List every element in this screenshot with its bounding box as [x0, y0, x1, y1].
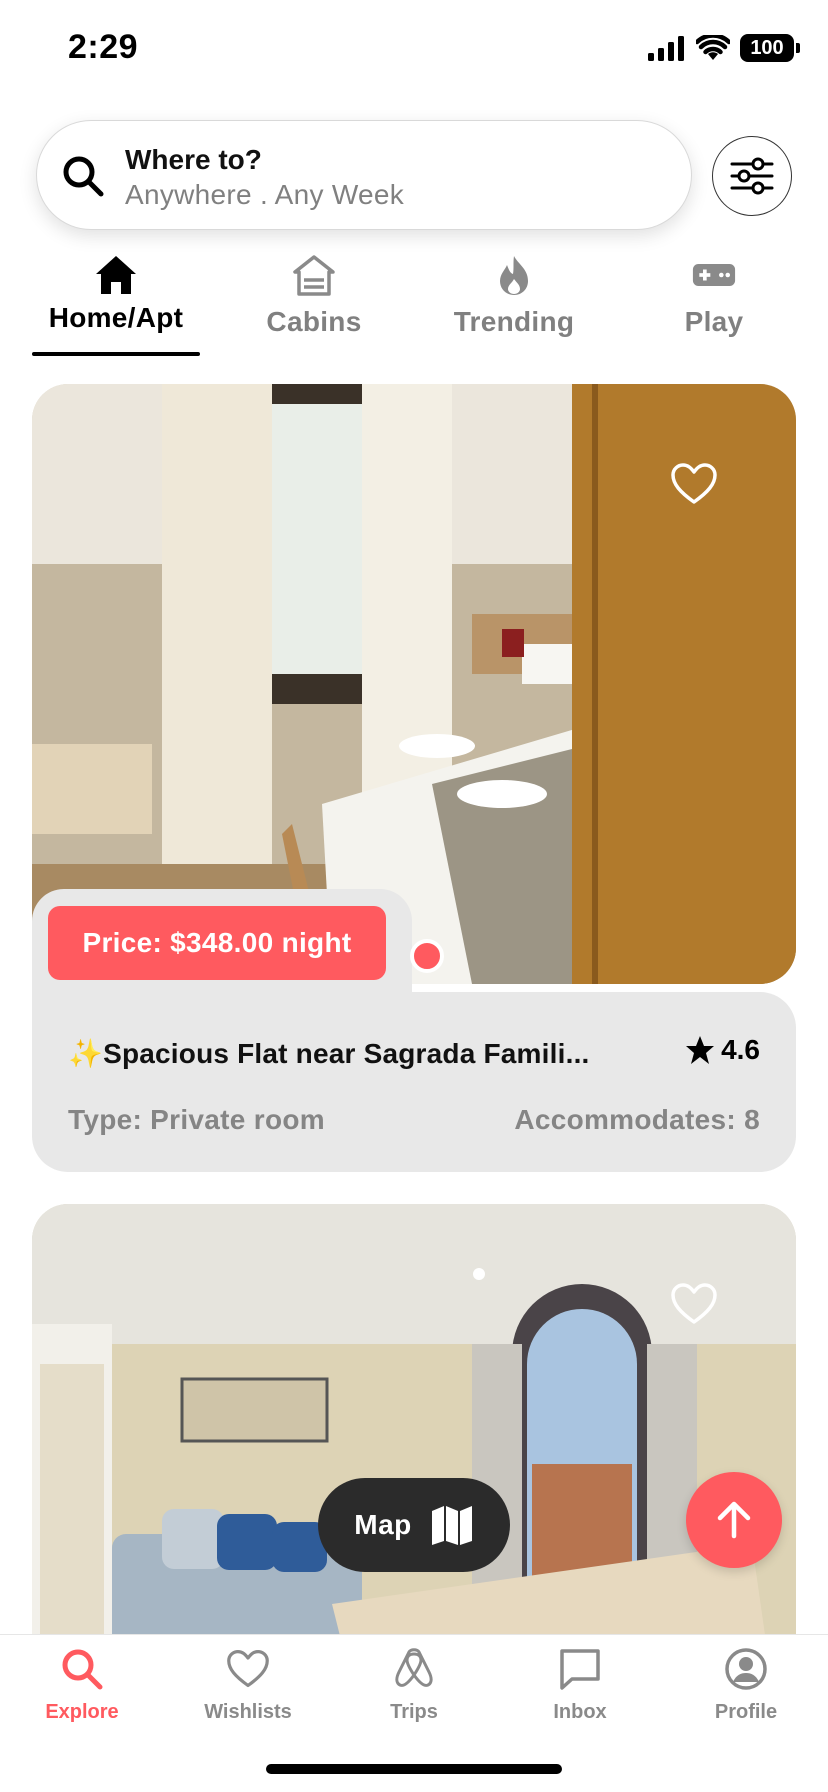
price-badge: Price: $348.00 night — [48, 906, 386, 980]
listing-type: Type: Private room — [68, 1104, 325, 1135]
filter-button[interactable] — [712, 136, 792, 216]
chat-icon — [560, 1649, 600, 1690]
listing-rating: 4.6 — [685, 1034, 760, 1066]
listing-title: ✨Spacious Flat near Sagrada Famili... — [68, 1038, 590, 1069]
carousel-indicator — [410, 939, 444, 973]
search-title: Where to? — [125, 144, 262, 175]
rating-value: 4.6 — [721, 1034, 760, 1065]
nav-wishlists[interactable]: Wishlists — [178, 1647, 318, 1724]
tab-trending[interactable]: Trending — [424, 250, 604, 360]
tab-play[interactable]: Play — [624, 250, 804, 360]
heart-icon[interactable] — [670, 462, 718, 506]
battery-icon: 100 — [740, 34, 800, 62]
status-bar: 2:29 100 — [0, 0, 828, 100]
nav-profile[interactable]: Profile — [676, 1647, 816, 1724]
category-tabs: Home/Apt Cabins Trending Play — [0, 250, 828, 360]
tab-label: Home/Apt — [48, 302, 184, 333]
nav-label: Profile — [714, 1701, 778, 1723]
house-icon — [96, 256, 136, 294]
active-tab-indicator — [32, 352, 200, 356]
tab-label: Cabins — [266, 306, 362, 337]
search-icon — [62, 1649, 103, 1690]
search-subtitle: Anywhere . Any Week — [125, 179, 405, 210]
airbnb-logo-icon — [395, 1648, 433, 1687]
arrow-up-icon — [717, 1501, 751, 1539]
fire-icon — [500, 256, 528, 295]
star-icon — [686, 1036, 715, 1064]
nav-label: Wishlists — [204, 1701, 292, 1723]
search-icon — [63, 156, 104, 197]
listing-card[interactable]: Price: $348.00 night ✨Spacious Flat near… — [32, 384, 796, 1176]
tab-label: Play — [684, 306, 744, 337]
battery-level: 100 — [750, 36, 784, 59]
map-icon — [431, 1506, 472, 1545]
status-time: 2:29 — [68, 28, 139, 66]
search-text: Where to? Anywhere . Any Week — [125, 143, 404, 213]
heart-icon — [227, 1649, 269, 1688]
nav-label: Trips — [390, 1701, 438, 1723]
search-bar[interactable]: Where to? Anywhere . Any Week — [36, 120, 692, 230]
nav-explore[interactable]: Explore — [12, 1647, 152, 1724]
heart-icon[interactable] — [670, 1282, 718, 1326]
signal-icon — [648, 36, 684, 61]
explore-screen: 2:29 100 Where to? Anywhere . Any Week H… — [0, 0, 828, 1792]
status-icons: 100 — [648, 34, 800, 62]
nav-inbox[interactable]: Inbox — [510, 1647, 650, 1724]
map-button-label: Map — [354, 1509, 412, 1540]
listing-photo[interactable] — [32, 1204, 796, 1684]
wifi-icon — [696, 35, 730, 60]
nav-label: Explore — [45, 1701, 119, 1723]
sliders-icon — [730, 157, 774, 195]
nav-trips[interactable]: Trips — [344, 1647, 484, 1724]
scroll-to-top-button[interactable] — [686, 1472, 782, 1568]
tab-label: Trending — [453, 306, 575, 337]
home-indicator — [266, 1764, 562, 1774]
gamepad-icon — [692, 264, 736, 286]
tab-cabins[interactable]: Cabins — [224, 250, 404, 360]
map-button[interactable]: Map — [318, 1478, 510, 1572]
listing-accommodates: Accommodates: 8 — [514, 1104, 760, 1135]
listing-info-panel — [32, 992, 796, 1172]
tab-home-apt[interactable]: Home/Apt — [26, 250, 206, 360]
profile-icon — [725, 1648, 767, 1690]
living-room-photo — [32, 1204, 796, 1684]
nav-label: Inbox — [553, 1701, 607, 1723]
cabin-icon — [293, 255, 335, 296]
